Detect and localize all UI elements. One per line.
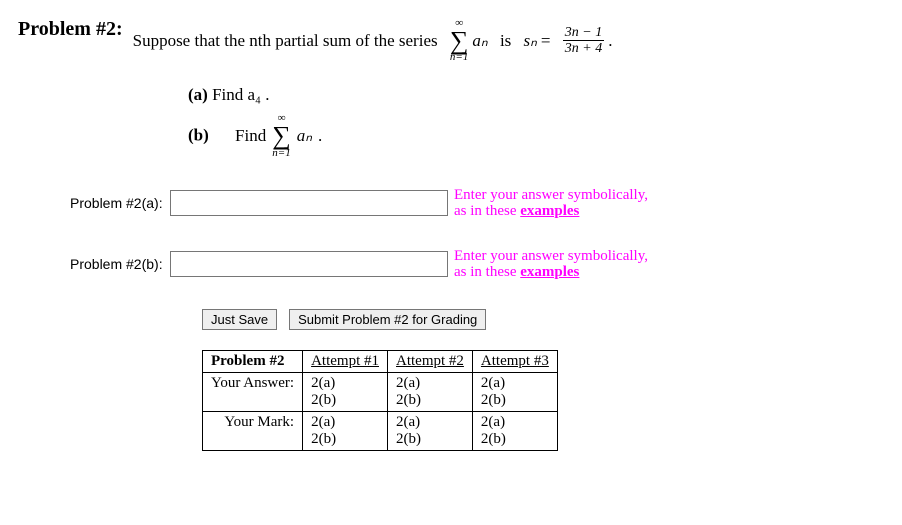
cell: 2(a)2(b) — [388, 411, 473, 450]
sn-var: sₙ — [524, 32, 537, 49]
col-attempt-2: Attempt #2 — [388, 350, 473, 372]
row-label: Your Mark: — [203, 411, 303, 450]
answer-a-label: Problem #2(a): — [70, 195, 170, 211]
period: . — [608, 32, 612, 49]
cell: 2(a)2(b) — [472, 411, 557, 450]
row-label: Your Answer: — [203, 372, 303, 411]
table-row: Your Mark: 2(a)2(b) 2(a)2(b) 2(a)2(b) — [203, 411, 558, 450]
part-b: (b) Find ∞ ∑ n=1 aₙ . — [188, 111, 884, 158]
answer-b-input[interactable] — [170, 251, 448, 277]
cell: 2(a)2(b) — [388, 372, 473, 411]
cell: 2(a)2(b) — [303, 372, 388, 411]
col-attempt-1: Attempt #1 — [303, 350, 388, 372]
answer-a-hint: Enter your answer symbolically, as in th… — [454, 187, 648, 220]
cell: 2(a)2(b) — [472, 372, 557, 411]
examples-link[interactable]: examples — [520, 203, 579, 219]
answer-a-input[interactable] — [170, 190, 448, 216]
fraction: 3n − 1 3n + 4 — [563, 25, 604, 57]
part-a: (a) Find a₄ . — [188, 85, 884, 105]
answer-b-label: Problem #2(b): — [70, 256, 170, 272]
statement-text: Suppose that the nth partial sum of the … — [133, 32, 438, 49]
cell: 2(a)2(b) — [303, 411, 388, 450]
sigma-icon: ∞ ∑ n=1 — [450, 18, 469, 63]
table-header: Problem #2 — [203, 350, 303, 372]
sigma-icon: ∞ ∑ n=1 — [272, 113, 291, 158]
problem-statement: Suppose that the nth partial sum of the … — [133, 18, 884, 63]
sn-connector: is — [500, 32, 511, 49]
col-attempt-3: Attempt #3 — [472, 350, 557, 372]
problem-title: Problem #2: — [18, 18, 123, 41]
examples-link[interactable]: examples — [520, 264, 579, 280]
series-term: aₙ — [472, 32, 487, 49]
attempts-table: Problem #2 Attempt #1 Attempt #2 Attempt… — [202, 350, 558, 451]
table-row: Your Answer: 2(a)2(b) 2(a)2(b) 2(a)2(b) — [203, 372, 558, 411]
answer-b-hint: Enter your answer symbolically, as in th… — [454, 248, 648, 281]
just-save-button[interactable]: Just Save — [202, 309, 277, 330]
equals-sign: = — [541, 32, 551, 49]
submit-button[interactable]: Submit Problem #2 for Grading — [289, 309, 486, 330]
